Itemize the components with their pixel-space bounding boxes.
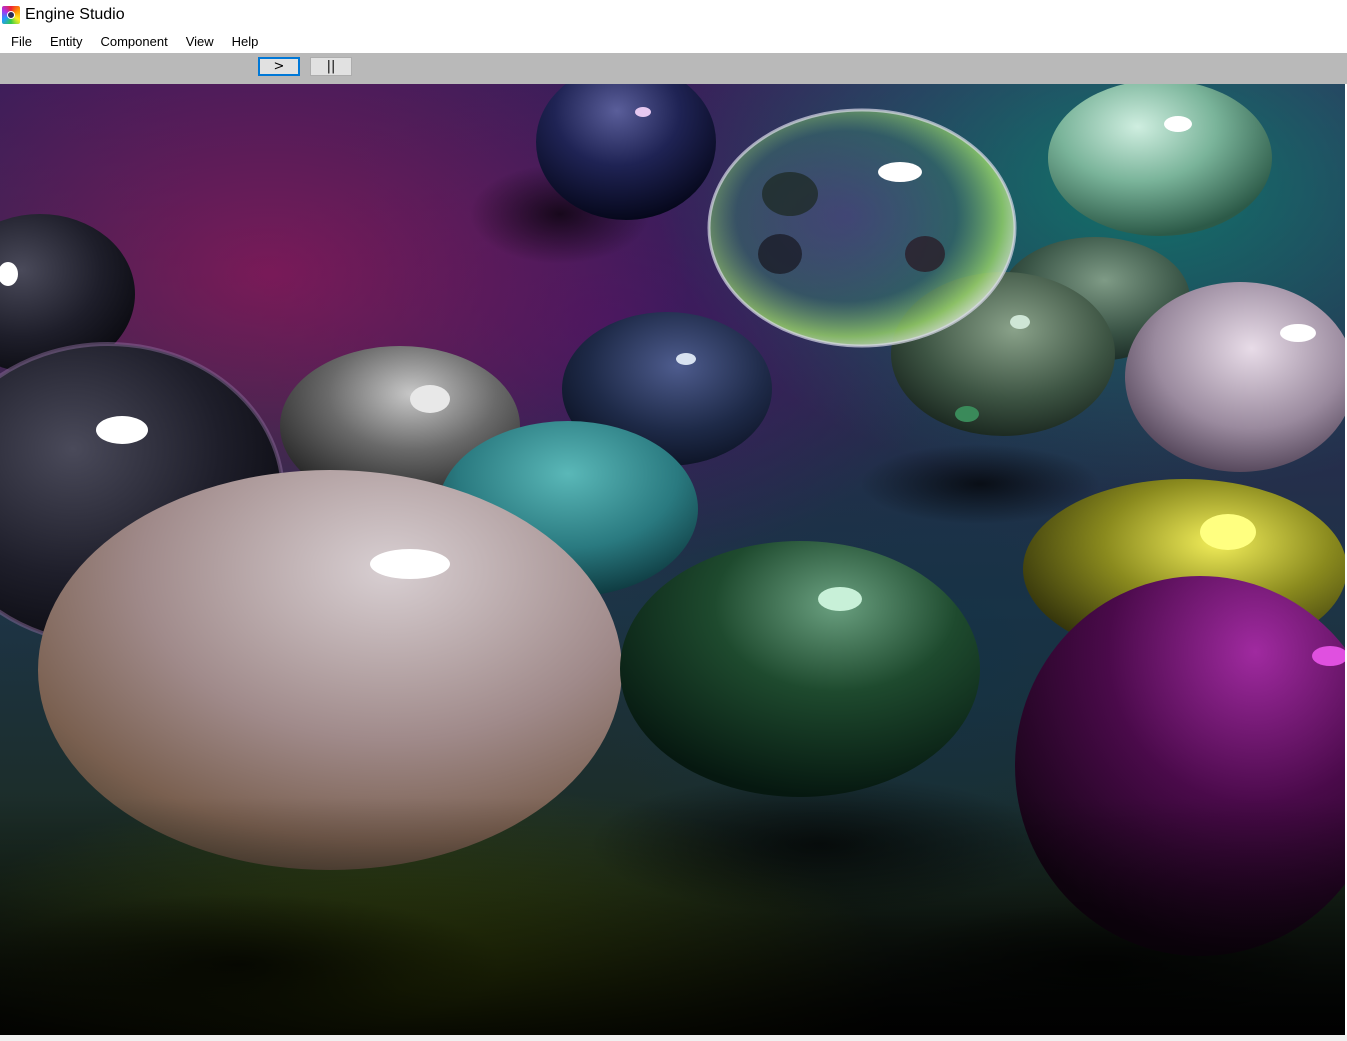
rendered-scene [0,84,1345,1035]
menu-file[interactable]: File [0,30,41,53]
toolbar: > || [0,53,1347,84]
menu-entity[interactable]: Entity [41,30,92,53]
menu-bar: File Entity Component View Help [0,30,1347,53]
play-button[interactable]: > [258,57,300,76]
pause-icon: || [326,59,336,74]
app-window: Engine Studio File Entity Component View… [0,0,1347,1041]
menu-component[interactable]: Component [91,30,176,53]
render-viewport[interactable] [0,84,1345,1035]
play-icon: > [273,59,285,74]
pause-button[interactable]: || [310,57,352,76]
app-logo-icon [2,6,20,24]
status-bar [0,1035,1347,1041]
title-bar: Engine Studio [0,0,1347,30]
menu-help[interactable]: Help [223,30,268,53]
window-title: Engine Studio [25,6,125,23]
menu-view[interactable]: View [177,30,223,53]
